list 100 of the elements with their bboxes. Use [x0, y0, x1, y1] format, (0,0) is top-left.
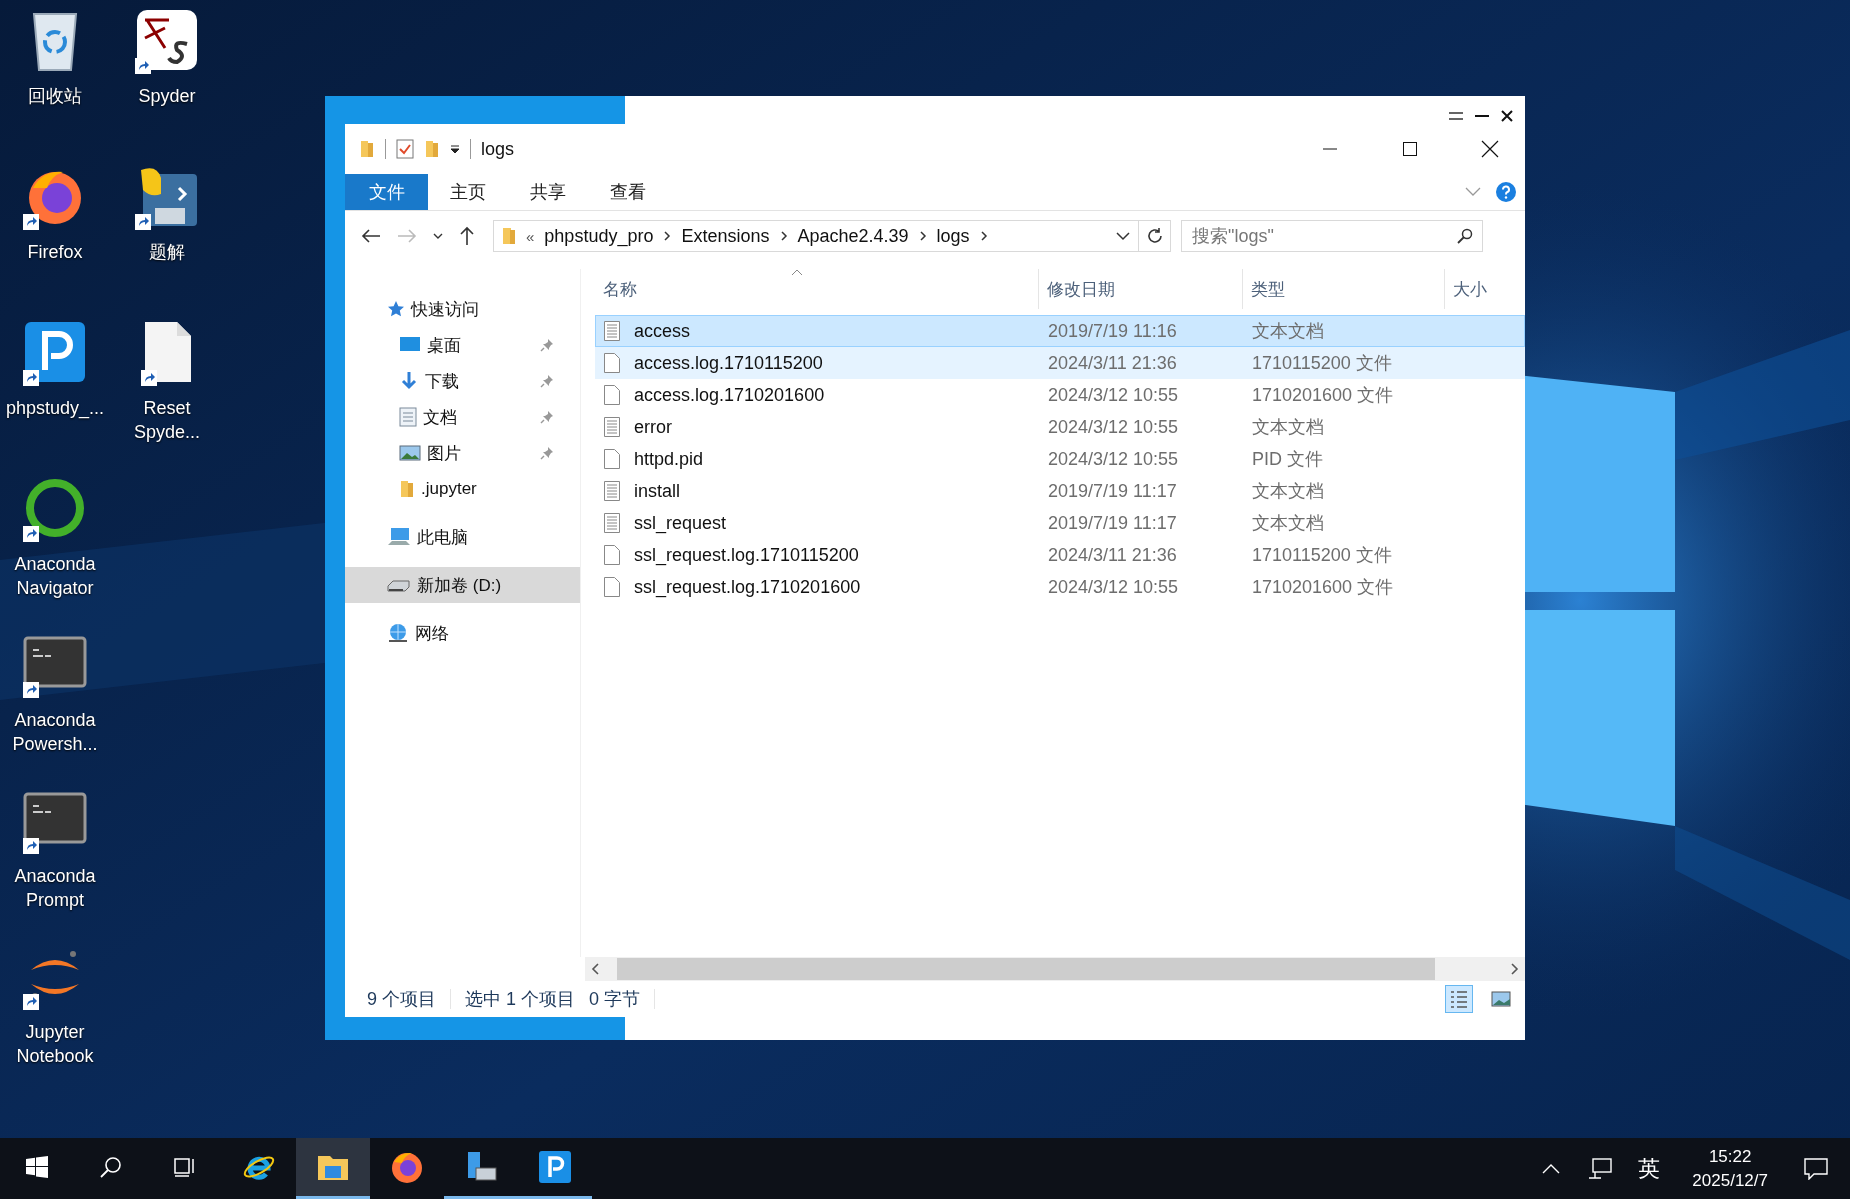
- breadcrumb[interactable]: Extensions: [681, 225, 770, 247]
- nav-item[interactable]: 此电脑: [345, 519, 580, 555]
- selection-size: 0 字节: [589, 988, 641, 1011]
- taskbar-button[interactable]: [296, 1138, 370, 1199]
- checklist-icon[interactable]: [396, 139, 414, 159]
- column-header[interactable]: 大小: [1445, 269, 1505, 309]
- refresh-button[interactable]: [1139, 220, 1171, 252]
- desktop-shortcut[interactable]: Jupyter Notebook: [0, 940, 110, 1096]
- blank-file-icon: [604, 385, 620, 405]
- breadcrumb[interactable]: logs: [936, 225, 970, 247]
- address-bar[interactable]: « phpstudy_pro Extensions Apache2.4.39 logs: [493, 220, 1139, 252]
- file-row[interactable]: ssl_request.log.1710115200 2024/3/11 21:36 1710115200 文件: [595, 539, 1525, 571]
- ribbon-tab[interactable]: 主页: [428, 174, 508, 210]
- file-row[interactable]: error 2024/3/12 10:55 文本文档: [595, 411, 1525, 443]
- chevron-right-icon[interactable]: [979, 230, 988, 242]
- file-type: 文本文档: [1251, 416, 1325, 439]
- file-date: 2024/3/12 10:55: [1047, 384, 1180, 406]
- file-row[interactable]: ssl_request 2019/7/19 11:17 文本文档: [595, 507, 1525, 539]
- blank-file-icon: [604, 449, 620, 469]
- file-row[interactable]: httpd.pid 2024/3/12 10:55 PID 文件: [595, 443, 1525, 475]
- chevron-down-icon[interactable]: [433, 232, 443, 240]
- nav-item[interactable]: 网络: [345, 615, 580, 651]
- clock-time[interactable]: 15:22: [1708, 1144, 1752, 1169]
- nav-item[interactable]: 下载: [345, 363, 580, 399]
- menu-icon[interactable]: [1449, 112, 1463, 120]
- nav-item[interactable]: 快速访问: [345, 291, 580, 327]
- folder-icon: [502, 227, 516, 245]
- blank-file-icon: [604, 545, 620, 565]
- column-header[interactable]: 名称: [595, 269, 1039, 309]
- document-icon: [399, 407, 417, 427]
- desktop-shortcut[interactable]: Anaconda Prompt: [0, 784, 110, 940]
- file-name: error: [634, 416, 672, 438]
- ribbon-tab[interactable]: 查看: [588, 174, 668, 210]
- file-name: httpd.pid: [634, 448, 704, 470]
- file-row[interactable]: install 2019/7/19 11:17 文本文档: [595, 475, 1525, 507]
- computer-icon: [387, 527, 411, 547]
- chevron-down-icon[interactable]: [1116, 231, 1130, 241]
- desktop-shortcut[interactable]: Anaconda Navigator: [0, 472, 110, 628]
- pin-icon[interactable]: [540, 374, 554, 388]
- file-row[interactable]: access 2019/7/19 11:16 文本文档: [595, 315, 1525, 347]
- chevron-right-icon[interactable]: [663, 230, 672, 242]
- desktop-shortcut[interactable]: Firefox: [0, 160, 110, 316]
- details-view-button[interactable]: [1445, 985, 1473, 1013]
- breadcrumb[interactable]: Apache2.4.39: [797, 225, 909, 247]
- file-row[interactable]: access.log.1710201600 2024/3/12 10:55 1710201600 文件: [595, 379, 1525, 411]
- desktop-shortcut[interactable]: Reset Spyde...: [112, 316, 222, 472]
- fox-globe-icon: [390, 1150, 424, 1184]
- blank-file-icon: [604, 353, 620, 373]
- close-icon[interactable]: [1501, 110, 1513, 122]
- list-view-icon: [1449, 989, 1469, 1009]
- desktop-shortcut[interactable]: 回收站: [0, 4, 110, 160]
- overflow-chevrons[interactable]: «: [526, 227, 535, 245]
- chevron-right-icon[interactable]: [918, 230, 927, 242]
- dropdown-icon[interactable]: [450, 144, 460, 154]
- text-file-icon: [604, 417, 620, 437]
- scroll-right-icon[interactable]: [1509, 963, 1519, 975]
- file-row[interactable]: access.log.1710115200 2024/3/11 21:36 1710115200 文件: [595, 347, 1525, 379]
- desktop-shortcut[interactable]: Spyder: [112, 4, 222, 160]
- scroll-left-icon[interactable]: [591, 963, 601, 975]
- file-name: ssl_request.log.1710115200: [634, 544, 859, 566]
- text-file-icon: [604, 321, 620, 341]
- chevron-right-icon[interactable]: [779, 230, 788, 242]
- search-field[interactable]: 搜索"logs": [1181, 220, 1483, 252]
- breadcrumb[interactable]: phpstudy_pro: [544, 225, 654, 247]
- scroll-thumb[interactable]: [617, 958, 1435, 980]
- folder-icon: [317, 1153, 349, 1181]
- back-arrow-icon[interactable]: [361, 228, 381, 244]
- file-type: 1710201600 文件: [1251, 576, 1395, 599]
- nav-item[interactable]: 文档: [345, 399, 580, 435]
- sort-caret-icon: [791, 269, 803, 276]
- ribbon-tab[interactable]: 文件: [345, 174, 428, 210]
- file-row[interactable]: ssl_request.log.1710201600 2024/3/12 10:55 1710201600 文件: [595, 571, 1525, 603]
- file-type: 1710115200 文件: [1251, 544, 1393, 567]
- selection-count: 选中 1 个项目: [465, 988, 576, 1011]
- desktop-shortcut[interactable]: 题解: [112, 160, 222, 316]
- pin-icon[interactable]: [540, 446, 554, 460]
- clock-date[interactable]: 2025/12/7: [1692, 1168, 1768, 1193]
- drive-icon: [387, 578, 411, 592]
- input-method-indicator[interactable]: 英: [1638, 1153, 1661, 1184]
- maximize-icon: [1402, 141, 1418, 157]
- desktop-shortcut[interactable]: phpstudy_...: [0, 316, 110, 472]
- horizontal-scrollbar[interactable]: [585, 957, 1525, 981]
- network-monitor-icon[interactable]: [1588, 1157, 1615, 1180]
- notification-icon[interactable]: [1804, 1157, 1828, 1180]
- help-icon[interactable]: [1495, 181, 1517, 203]
- pin-icon[interactable]: [540, 410, 554, 424]
- nav-item[interactable]: 图片: [345, 435, 580, 471]
- file-date: 2019/7/19 11:17: [1047, 480, 1178, 502]
- file-type: PID 文件: [1251, 448, 1324, 471]
- nav-item[interactable]: .jupyter: [345, 471, 580, 507]
- column-header[interactable]: 修改日期: [1039, 269, 1243, 309]
- text-file-icon: [604, 481, 620, 501]
- nav-item[interactable]: 桌面: [345, 327, 580, 363]
- nav-item[interactable]: 新加卷 (D:): [345, 567, 580, 603]
- ribbon-tab[interactable]: 共享: [508, 174, 588, 210]
- pin-icon[interactable]: [540, 338, 554, 352]
- up-arrow-icon[interactable]: [459, 226, 475, 246]
- desktop-shortcut[interactable]: Anaconda Powersh...: [0, 628, 110, 784]
- column-header[interactable]: 类型: [1243, 269, 1445, 309]
- chevron-up-icon[interactable]: [1542, 1163, 1561, 1174]
